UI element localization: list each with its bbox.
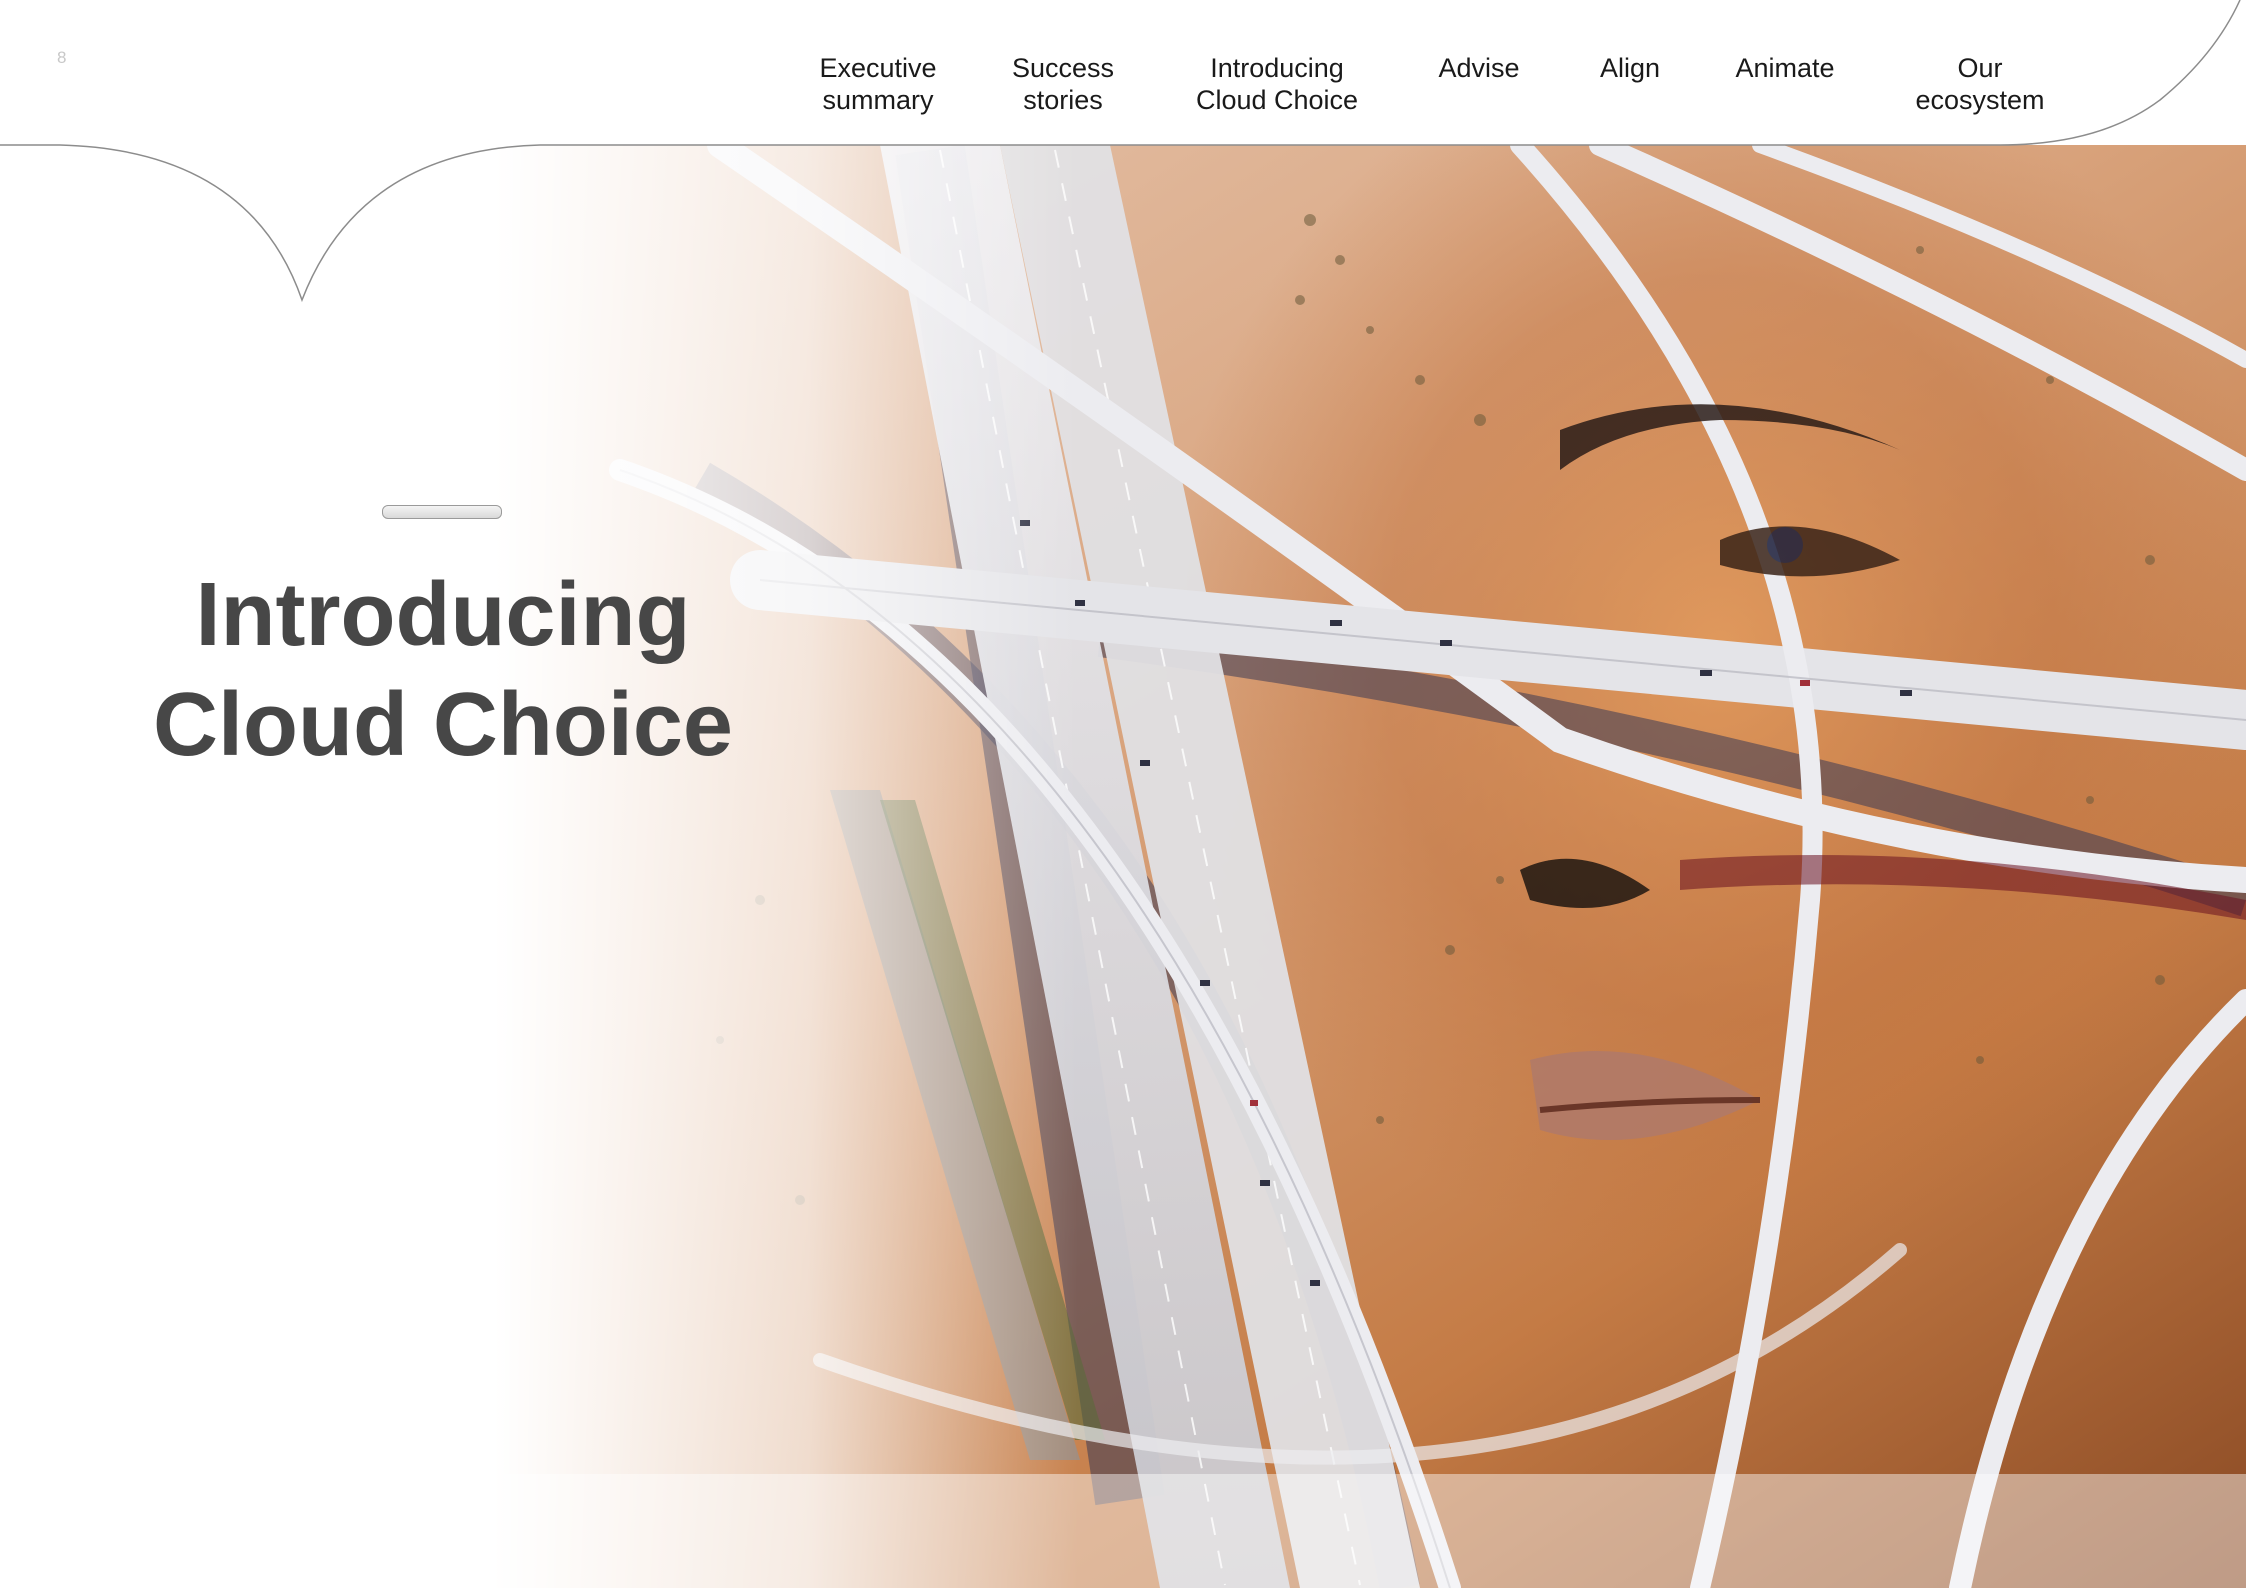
page-title: Introducing Cloud Choice [153,565,733,775]
nav-item-executive-summary[interactable]: Executive summary [819,52,936,116]
footer-band [0,1474,2246,1588]
nav-item-animate[interactable]: Animate [1735,52,1834,84]
title-marker-bar [382,505,502,519]
nav-item-our-ecosystem[interactable]: Our ecosystem [1915,52,2044,116]
top-navigation: Executive summary Success stories Introd… [0,52,2246,132]
hero-illustration [0,0,2246,1588]
nav-item-introducing-cloud-choice[interactable]: Introducing Cloud Choice [1196,52,1358,116]
nav-item-advise[interactable]: Advise [1438,52,1519,84]
nav-item-align[interactable]: Align [1600,52,1660,84]
brochure-page: 8 Executive summary Success stories Intr… [0,0,2246,1588]
hero-image [0,0,2246,1588]
nav-item-success-stories[interactable]: Success stories [1012,52,1114,116]
